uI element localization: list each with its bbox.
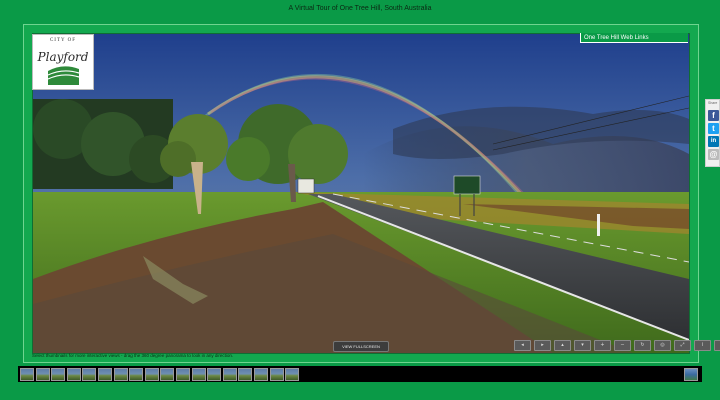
hotspots-icon[interactable]: ◎	[654, 340, 671, 351]
view-fullscreen-button[interactable]: VIEW FULLSCREEN	[333, 341, 389, 352]
panorama-thumbnail[interactable]	[51, 368, 66, 381]
panorama-thumbnail[interactable]	[113, 368, 128, 381]
facebook-icon[interactable]: f	[708, 110, 719, 121]
web-links-button[interactable]: One Tree Hill Web Links	[580, 33, 688, 43]
down-arrow-icon[interactable]: ▾	[574, 340, 591, 351]
panorama-thumbnail[interactable]	[285, 368, 300, 381]
instructions-text: Select thumbnails for more interactive v…	[32, 353, 234, 358]
panorama-thumbnail[interactable]	[35, 368, 50, 381]
panorama-thumbnail[interactable]	[238, 368, 253, 381]
panorama-thumbnail[interactable]	[20, 368, 34, 381]
share-label: Share	[708, 101, 718, 105]
panorama-thumbnail[interactable]	[66, 368, 81, 381]
city-of-playford-logo[interactable]: CITY OF Playford	[32, 34, 94, 90]
right-arrow-icon[interactable]: ▸	[534, 340, 551, 351]
panorama-thumbnail[interactable]	[144, 368, 159, 381]
email-icon[interactable]: @	[708, 149, 719, 160]
info-icon[interactable]: i	[694, 340, 711, 351]
share-panel: Share f t in @	[705, 99, 720, 167]
panorama-thumbnail[interactable]	[269, 368, 284, 381]
panorama-thumbnail[interactable]	[207, 368, 222, 381]
fullscreen-icon[interactable]: ⤢	[674, 340, 691, 351]
twitter-icon[interactable]: t	[708, 123, 719, 134]
linkedin-icon[interactable]: in	[708, 136, 719, 147]
panorama-thumbnail[interactable]	[254, 368, 268, 381]
thumbnail-strip	[18, 366, 702, 382]
up-arrow-icon[interactable]: ▴	[554, 340, 571, 351]
left-arrow-icon[interactable]: ◂	[514, 340, 531, 351]
panorama-thumbnail[interactable]	[176, 368, 190, 381]
logo-script-text: Playford	[37, 50, 89, 64]
panorama-viewer[interactable]	[32, 33, 690, 354]
panorama-thumbnail[interactable]	[160, 368, 175, 381]
page-title: A Virtual Tour of One Tree Hill, South A…	[288, 5, 432, 12]
panorama-thumbnail[interactable]	[222, 368, 237, 381]
panorama-thumbnail[interactable]	[82, 368, 97, 381]
panorama-image[interactable]	[33, 34, 689, 353]
map-thumbnail[interactable]	[684, 368, 698, 381]
zoom-out-icon[interactable]: −	[614, 340, 631, 351]
panorama-thumbnail[interactable]	[129, 368, 144, 381]
logo-graphic: Playford	[37, 50, 89, 85]
autorotate-icon[interactable]: ↻	[634, 340, 651, 351]
close-icon[interactable]: ×	[714, 340, 720, 351]
viewer-controls: ◂▸▴▾+−↻◎⤢i×	[514, 340, 720, 351]
zoom-in-icon[interactable]: +	[594, 340, 611, 351]
panorama-thumbnail[interactable]	[191, 368, 206, 381]
panorama-thumbnail[interactable]	[98, 368, 112, 381]
